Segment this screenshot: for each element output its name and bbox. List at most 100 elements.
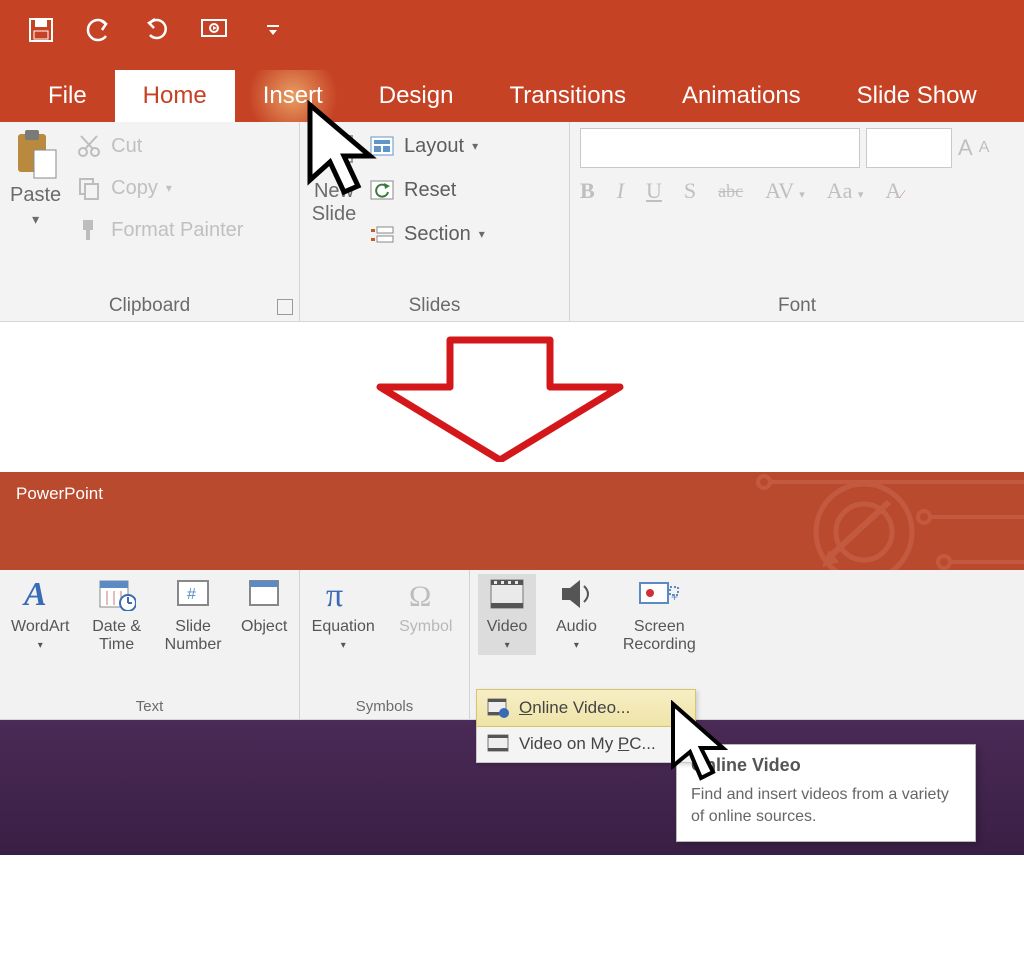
wordart-button[interactable]: A WordArt ▾ — [8, 574, 72, 655]
audio-button[interactable]: Audio ▾ — [548, 574, 604, 655]
chevron-down-icon: ▾ — [858, 189, 864, 201]
format-painter-label: Format Painter — [111, 219, 243, 242]
object-button[interactable]: Object — [237, 574, 291, 655]
customize-qat-button[interactable] — [256, 13, 290, 47]
save-icon — [28, 17, 54, 43]
save-button[interactable] — [24, 13, 58, 47]
video-on-pc-label: Video on My PC... — [519, 734, 656, 754]
group-clipboard: Paste ▾ Cut Copy ▾ — [0, 122, 300, 321]
scissors-icon — [75, 132, 103, 160]
screen-recording-icon: + — [638, 574, 680, 614]
chevron-down-icon: ▾ — [341, 640, 346, 652]
italic-button[interactable]: I — [617, 178, 624, 204]
film-icon — [487, 734, 509, 754]
bold-button[interactable]: B — [580, 178, 595, 204]
quick-access-toolbar — [0, 0, 1024, 60]
tooltip-online-video: Online Video Find and insert videos from… — [676, 744, 976, 842]
object-label: Object — [241, 618, 287, 636]
screen-recording-label: Screen Recording — [617, 618, 702, 655]
chevron-down-icon: ▾ — [479, 227, 485, 241]
strikethrough-button[interactable]: abc — [718, 181, 743, 202]
chevron-down-icon: ▾ — [166, 181, 172, 195]
underline-button[interactable]: U — [646, 178, 662, 204]
grow-font-button[interactable]: A — [958, 135, 973, 161]
text-group-label: Text — [8, 698, 291, 715]
tab-insert[interactable]: Insert — [235, 70, 351, 122]
calendar-clock-icon — [98, 574, 136, 614]
layout-button[interactable]: Layout ▾ — [366, 128, 487, 164]
instruction-arrow — [0, 322, 1024, 472]
font-group-label: Font — [580, 291, 1014, 317]
chevron-down-icon: ▾ — [32, 211, 39, 228]
reset-label: Reset — [404, 179, 456, 202]
symbol-button[interactable]: Ω Symbol — [391, 574, 462, 652]
shrink-font-button[interactable]: A — [979, 139, 990, 157]
title-bar: PowerPoint — [0, 472, 1024, 570]
wordart-label: WordArt — [11, 618, 69, 636]
slides-group-label: Slides — [310, 291, 559, 317]
ribbon-tabs: File Home Insert Design Transitions Anim… — [0, 60, 1024, 122]
decorative-circuit-icon — [664, 472, 1024, 570]
reset-button[interactable]: Reset — [366, 172, 487, 208]
format-painter-button[interactable]: Format Painter — [73, 212, 245, 248]
new-slide-button[interactable]: New Slide — [310, 128, 358, 291]
svg-text:π: π — [326, 577, 343, 612]
change-case-button[interactable]: Aa ▾ — [827, 178, 864, 204]
paste-label: Paste — [10, 184, 61, 207]
date-time-button[interactable]: Date & Time — [84, 574, 148, 655]
tab-design[interactable]: Design — [351, 70, 482, 122]
group-symbols: π Equation ▾ Ω Symbol Symbols — [300, 570, 470, 719]
undo-icon — [84, 18, 114, 42]
film-globe-icon — [487, 698, 509, 718]
char-spacing-button[interactable]: AV ▾ — [765, 178, 805, 204]
redo-button[interactable] — [140, 13, 174, 47]
svg-text:Ω: Ω — [409, 580, 431, 612]
home-ribbon: Paste ▾ Cut Copy ▾ — [0, 122, 1024, 322]
new-slide-label: New Slide — [312, 180, 356, 226]
svg-text:#: # — [187, 586, 196, 603]
speaker-icon — [558, 574, 594, 614]
tooltip-body: Find and insert videos from a variety of… — [691, 784, 961, 827]
font-name-combo[interactable] — [580, 128, 860, 168]
wordart-icon: A — [20, 574, 60, 614]
clipboard-launcher[interactable] — [277, 299, 293, 315]
slide-number-button[interactable]: # Slide Number — [161, 574, 225, 655]
equation-button[interactable]: π Equation ▾ — [308, 574, 379, 652]
slide-number-label: Slide Number — [161, 618, 225, 655]
clipboard-group-label: Clipboard — [10, 291, 289, 317]
font-size-combo[interactable] — [866, 128, 952, 168]
tab-animations[interactable]: Animations — [654, 70, 829, 122]
screen-recording-button[interactable]: + Screen Recording — [617, 574, 702, 655]
layout-label: Layout — [404, 135, 464, 158]
chevron-down-icon — [265, 22, 281, 38]
cut-button[interactable]: Cut — [73, 128, 245, 164]
slide-number-icon: # — [176, 574, 210, 614]
clear-formatting-button[interactable]: A⁄ — [885, 178, 903, 204]
start-slideshow-button[interactable] — [198, 13, 232, 47]
svg-text:+: + — [671, 590, 678, 604]
text-shadow-button[interactable]: S — [684, 178, 696, 204]
tab-slideshow[interactable]: Slide Show — [829, 70, 1005, 122]
chevron-down-icon: ▾ — [505, 640, 510, 652]
chevron-down-icon: ▾ — [472, 139, 478, 153]
object-icon — [248, 574, 280, 614]
chevron-down-icon: ▾ — [38, 640, 43, 652]
chevron-down-icon: ▾ — [799, 189, 805, 201]
menu-item-video-on-my-pc[interactable]: Video on My PC... — [477, 726, 695, 762]
tab-file[interactable]: File — [20, 70, 115, 122]
section-button[interactable]: Section ▾ — [366, 216, 487, 252]
menu-item-online-video[interactable]: Online Video... — [476, 689, 696, 727]
group-slides: New Slide Layout ▾ Reset — [300, 122, 570, 321]
video-button[interactable]: Video ▾ — [478, 574, 536, 655]
paste-button[interactable]: Paste ▾ — [10, 128, 61, 291]
pi-icon: π — [324, 574, 362, 614]
tab-home[interactable]: Home — [115, 70, 235, 122]
group-text: A WordArt ▾ Date & Time # Slide Number — [0, 570, 300, 719]
audio-label: Audio — [556, 618, 597, 636]
tab-transitions[interactable]: Transitions — [481, 70, 653, 122]
symbol-label: Symbol — [399, 618, 452, 636]
paste-icon — [14, 128, 58, 180]
online-video-label: Online Video... — [519, 698, 630, 718]
copy-button[interactable]: Copy ▾ — [73, 170, 245, 206]
undo-button[interactable] — [82, 13, 116, 47]
